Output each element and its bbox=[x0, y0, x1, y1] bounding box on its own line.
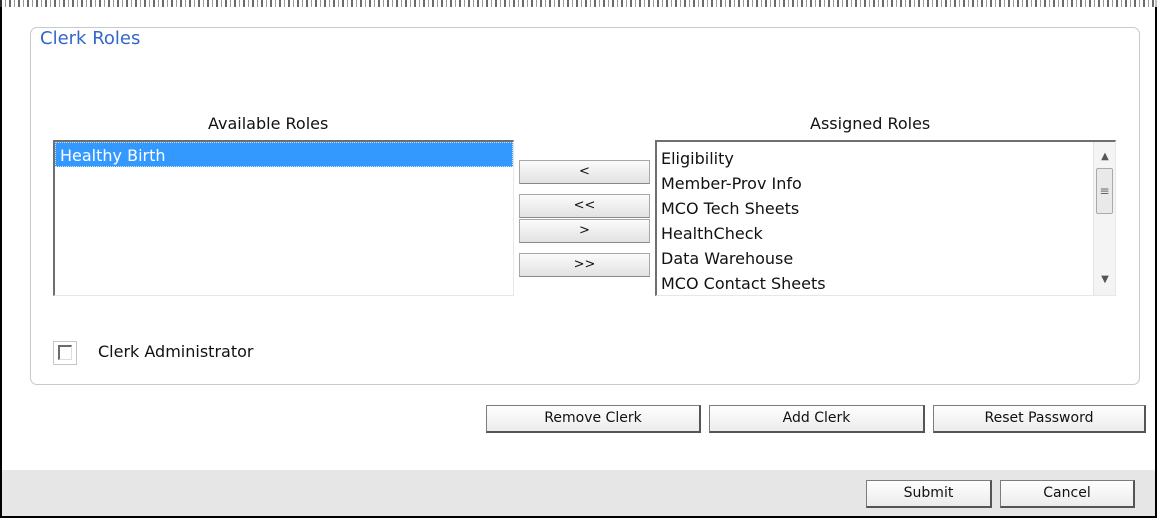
available-roles-label: Available Roles bbox=[208, 114, 329, 133]
assigned-roles-listbox[interactable]: Eligibility Member-Prov Info MCO Tech Sh… bbox=[655, 140, 1116, 296]
move-right-button[interactable]: > bbox=[519, 219, 650, 243]
assigned-roles-label: Assigned Roles bbox=[810, 114, 931, 133]
reset-password-button[interactable]: Reset Password bbox=[933, 405, 1146, 433]
section-title: Clerk Roles bbox=[36, 28, 145, 50]
available-roles-listbox[interactable]: Healthy Birth bbox=[53, 140, 514, 296]
add-clerk-button[interactable]: Add Clerk bbox=[709, 405, 925, 433]
submit-button[interactable]: Submit bbox=[866, 480, 992, 508]
list-item[interactable]: Eligibility bbox=[657, 146, 1115, 171]
list-item[interactable]: Healthy Birth bbox=[55, 142, 513, 167]
list-item[interactable]: Data Warehouse bbox=[657, 246, 1115, 271]
move-all-left-button[interactable]: << bbox=[519, 194, 650, 218]
cancel-button[interactable]: Cancel bbox=[1000, 480, 1135, 508]
assigned-roles-scrollbar[interactable]: ▲ ≡ ▼ bbox=[1093, 142, 1115, 295]
list-item[interactable]: MCO Contact Sheets bbox=[657, 271, 1115, 295]
remove-clerk-button[interactable]: Remove Clerk bbox=[486, 405, 701, 433]
move-all-right-button[interactable]: >> bbox=[519, 253, 650, 277]
scroll-grip-icon: ≡ bbox=[1099, 184, 1110, 198]
scroll-thumb[interactable]: ≡ bbox=[1096, 168, 1113, 214]
scroll-down-arrow-icon[interactable]: ▼ bbox=[1094, 271, 1115, 289]
top-edge-artifact bbox=[0, 0, 1157, 7]
list-item[interactable]: HealthCheck bbox=[657, 221, 1115, 246]
list-item[interactable]: MCO Tech Sheets bbox=[657, 196, 1115, 221]
list-item[interactable]: Member-Prov Info bbox=[657, 171, 1115, 196]
checkbox-box bbox=[58, 345, 72, 360]
clerk-administrator-label: Clerk Administrator bbox=[98, 342, 254, 361]
move-left-button[interactable]: < bbox=[519, 160, 650, 184]
clerk-administrator-checkbox[interactable] bbox=[53, 341, 77, 365]
scroll-up-arrow-icon[interactable]: ▲ bbox=[1094, 148, 1115, 166]
